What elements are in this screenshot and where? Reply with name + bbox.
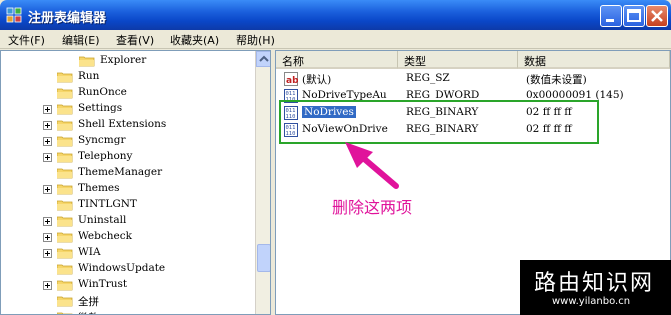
expand-icon[interactable] xyxy=(43,153,52,162)
maximize-button[interactable] xyxy=(623,5,645,27)
value-name: (默认) xyxy=(302,74,332,86)
minimize-button[interactable] xyxy=(600,5,622,27)
expand-icon[interactable] xyxy=(43,281,52,290)
folder-icon xyxy=(57,168,73,179)
menu-favorites[interactable]: 收藏夹(A) xyxy=(170,32,219,48)
folder-icon xyxy=(57,104,73,115)
tree-item-label: Webcheck xyxy=(78,230,132,242)
column-header-data[interactable]: 数据 xyxy=(518,51,670,69)
expand-icon[interactable] xyxy=(43,105,52,114)
close-icon xyxy=(651,10,663,22)
tree-item[interactable]: Uninstall xyxy=(1,213,251,229)
window-title: 注册表编辑器 xyxy=(28,11,107,26)
tree-item-label: Uninstall xyxy=(78,214,127,226)
svg-text:ab: ab xyxy=(286,76,298,86)
folder-icon xyxy=(57,120,73,131)
value-type: REG_SZ xyxy=(406,72,450,84)
chevron-up-icon xyxy=(259,55,269,62)
expand-icon[interactable] xyxy=(43,249,52,258)
tree-item-label: Syncmgr xyxy=(78,134,126,146)
menu-view[interactable]: 查看(V) xyxy=(116,32,154,48)
expand-icon[interactable] xyxy=(43,217,52,226)
folder-icon xyxy=(57,200,73,211)
watermark-url: www.yilanbo.cn xyxy=(552,296,631,307)
tree-item-label: 全拼 xyxy=(78,296,99,308)
menu-help[interactable]: 帮助(H) xyxy=(236,32,275,48)
tree-item[interactable]: TINTLGNT xyxy=(1,197,251,213)
registry-app-icon xyxy=(6,7,22,23)
tree-item-label: 微软 xyxy=(78,310,99,314)
tree-item[interactable]: Telephony xyxy=(1,149,251,165)
column-header-type[interactable]: 类型 xyxy=(398,51,518,69)
string-value-icon: ab xyxy=(284,72,298,86)
tree-item-label: ThemeManager xyxy=(78,166,163,178)
menu-file[interactable]: 文件(F) xyxy=(8,32,45,48)
minimize-icon xyxy=(606,19,614,22)
tree-item[interactable]: Settings xyxy=(1,101,251,117)
folder-icon xyxy=(79,56,95,67)
tree-item-label: WIA xyxy=(78,246,101,258)
folder-icon xyxy=(57,232,73,243)
tree-item[interactable]: 微软 xyxy=(1,309,251,314)
watermark: 路由知识网 www.yilanbo.cn xyxy=(520,260,671,315)
tree-item[interactable]: WinTrust xyxy=(1,277,251,293)
registry-tree[interactable]: Explorer Run RunOnce Settings Shell Extensio… xyxy=(0,50,271,315)
tree-item[interactable]: RunOnce xyxy=(1,85,251,101)
menu-bar: 文件(F) 编辑(E) 查看(V) 收藏夹(A) 帮助(H) xyxy=(0,30,671,49)
tree-item[interactable]: WIA xyxy=(1,245,251,261)
column-header-name[interactable]: 名称 xyxy=(276,51,398,69)
folder-icon xyxy=(57,280,73,291)
tree-item[interactable]: Syncmgr xyxy=(1,133,251,149)
tree-item-label: Shell Extensions xyxy=(78,118,167,130)
folder-icon xyxy=(57,88,73,99)
tree-item-label: Themes xyxy=(78,182,120,194)
tree-item[interactable]: Webcheck xyxy=(1,229,251,245)
tree-item[interactable]: Explorer xyxy=(1,53,251,69)
tree-item-label: Telephony xyxy=(78,150,133,162)
expand-icon[interactable] xyxy=(43,185,52,194)
expand-icon[interactable] xyxy=(43,121,52,130)
highlight-box xyxy=(279,100,599,144)
menu-edit[interactable]: 编辑(E) xyxy=(62,32,100,48)
tree-scrollbar[interactable] xyxy=(255,51,270,314)
folder-icon xyxy=(57,296,73,307)
folder-icon xyxy=(57,312,73,314)
value-data: (数值未设置) xyxy=(526,74,587,86)
folder-icon xyxy=(57,264,73,275)
tree-item[interactable]: 全拼 xyxy=(1,293,251,309)
watermark-title: 路由知识网 xyxy=(534,271,655,296)
value-row[interactable]: ab (默认) REG_SZ (数值未设置) xyxy=(276,71,670,87)
folder-icon xyxy=(57,184,73,195)
tree-item[interactable]: Shell Extensions xyxy=(1,117,251,133)
expand-icon[interactable] xyxy=(43,137,52,146)
title-bar: 注册表编辑器 xyxy=(0,0,671,30)
tree-item-label: WinTrust xyxy=(78,278,128,290)
expand-icon[interactable] xyxy=(43,233,52,242)
tree-item-label: Explorer xyxy=(100,54,147,66)
folder-icon xyxy=(57,136,73,147)
folder-icon xyxy=(57,248,73,259)
scroll-up-button[interactable] xyxy=(256,51,270,67)
tree-item[interactable]: WindowsUpdate xyxy=(1,261,251,277)
close-button[interactable] xyxy=(646,5,668,27)
tree-item-label: WindowsUpdate xyxy=(78,262,166,274)
tree-item[interactable]: ThemeManager xyxy=(1,165,251,181)
folder-icon xyxy=(57,152,73,163)
scroll-thumb[interactable] xyxy=(257,244,270,272)
tree-item-label: TINTLGNT xyxy=(78,198,137,210)
folder-icon xyxy=(57,216,73,227)
maximize-icon xyxy=(627,9,641,22)
tree-item-label: Run xyxy=(78,70,100,82)
tree-item[interactable]: Run xyxy=(1,69,251,85)
folder-icon xyxy=(57,72,73,83)
tree-item-label: RunOnce xyxy=(78,86,127,98)
tree-item[interactable]: Themes xyxy=(1,181,251,197)
tree-item-label: Settings xyxy=(78,102,123,114)
annotation-text: 删除这两项 xyxy=(332,198,413,217)
